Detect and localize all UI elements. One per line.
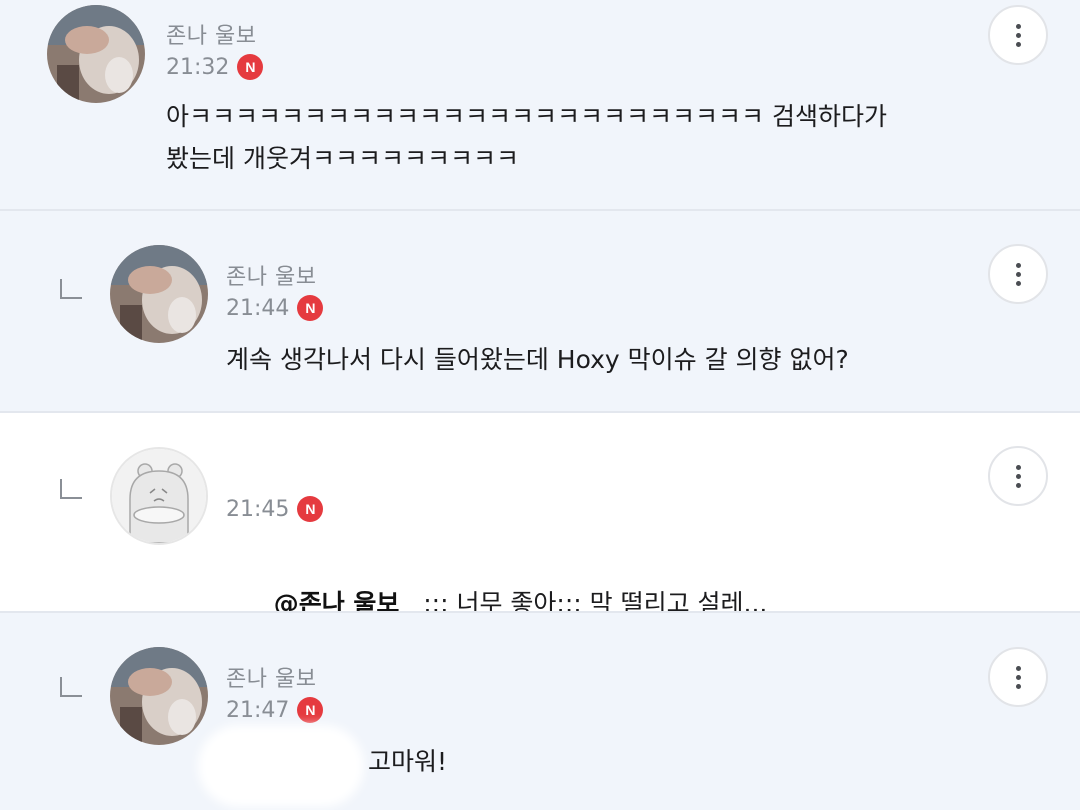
comment-time: 21:45: [226, 496, 290, 522]
new-badge: N: [297, 697, 324, 723]
more-options-button[interactable]: [988, 647, 1048, 707]
comment-meta: 21:47 N: [226, 697, 324, 723]
comment-author[interactable]: 존나 울보: [226, 259, 316, 291]
reply-arrow-icon: [60, 279, 82, 299]
default-character-icon: [112, 449, 206, 543]
comment-meta: 21:32 N: [166, 54, 264, 80]
comment-author[interactable]: 존나 울보: [226, 661, 316, 693]
avatar[interactable]: [110, 647, 208, 745]
comment-item: 21:45 N @존나 울보 ;;; 너무 좋아;;; 막 떨리고 설레...: [0, 411, 1080, 618]
comment-text: 고마워!: [368, 747, 448, 776]
avatar[interactable]: [110, 245, 208, 343]
new-badge: N: [297, 295, 324, 321]
new-badge: N: [297, 496, 324, 522]
more-dots-icon: [1015, 665, 1021, 671]
more-options-button[interactable]: [988, 244, 1048, 304]
comment-time: 21:44: [226, 295, 290, 321]
new-badge: N: [237, 54, 264, 80]
reply-arrow-icon: [60, 677, 82, 697]
comment-item: 존나 울보 21:32 N 아ㅋㅋㅋㅋㅋㅋㅋㅋㅋㅋㅋㅋㅋㅋㅋㅋㅋㅋㅋㅋㅋㅋㅋㅋㅋ…: [0, 0, 1080, 209]
reply-arrow-icon: [60, 479, 82, 499]
comment-text: 계속 생각나서 다시 들어왔는데 Hoxy 막이슈 갈 의향 없어?: [226, 345, 849, 374]
comment-text: 아ㅋㅋㅋㅋㅋㅋㅋㅋㅋㅋㅋㅋㅋㅋㅋㅋㅋㅋㅋㅋㅋㅋㅋㅋㅋ 검색하다가 봤는데 개웃겨…: [166, 102, 887, 173]
comment-time: 21:32: [166, 54, 230, 80]
avatar[interactable]: [110, 447, 208, 545]
comment-meta: 21:44 N: [226, 295, 324, 321]
comment-time: 21:47: [226, 697, 290, 723]
redacted-mention: [206, 733, 356, 799]
more-options-button[interactable]: [988, 5, 1048, 65]
comment-author[interactable]: 존나 울보: [166, 18, 256, 50]
more-options-button[interactable]: [988, 446, 1048, 506]
more-dots-icon: [1015, 23, 1021, 29]
more-dots-icon: [1015, 262, 1021, 268]
comment-meta: 21:45 N: [226, 496, 324, 522]
avatar[interactable]: [47, 5, 145, 103]
more-dots-icon: [1015, 464, 1021, 470]
comment-item: 존나 울보 21:44 N 계속 생각나서 다시 들어왔는데 Hoxy 막이슈 …: [0, 209, 1080, 411]
comment-item: 존나 울보 21:47 N 고마워!: [0, 611, 1080, 810]
comment-list: 존나 울보 21:32 N 아ㅋㅋㅋㅋㅋㅋㅋㅋㅋㅋㅋㅋㅋㅋㅋㅋㅋㅋㅋㅋㅋㅋㅋㅋㅋ…: [0, 0, 1080, 810]
